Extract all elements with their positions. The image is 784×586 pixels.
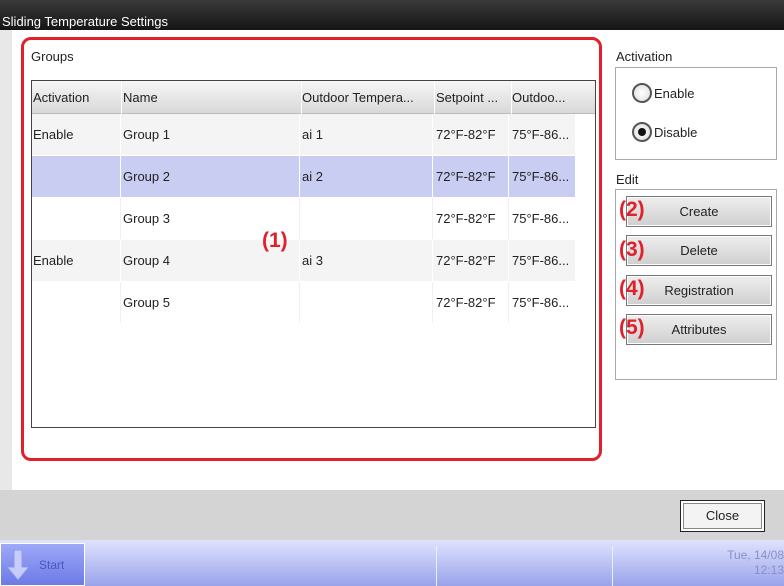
edit-label: Edit	[616, 172, 639, 187]
clock-time: 12:13	[753, 563, 784, 577]
activation-label: Activation	[616, 49, 673, 64]
registration-button[interactable]: Registration	[626, 275, 772, 306]
bottom-bar	[0, 490, 784, 540]
callout-4: (4)	[619, 277, 645, 300]
taskbar	[0, 540, 784, 586]
taskbar-separator	[436, 546, 437, 586]
window-title: Sliding Temperature Settings	[2, 14, 168, 29]
activation-panel: Enable Disable	[615, 67, 777, 160]
callout-1: (1)	[262, 229, 288, 252]
title-bar: Sliding Temperature Settings	[0, 0, 784, 30]
enable-label: Enable	[654, 85, 695, 101]
create-button[interactable]: Create	[626, 196, 772, 227]
taskbar-clock: Tue, 14/08 12:13	[727, 548, 784, 578]
delete-button[interactable]: Delete	[626, 235, 772, 266]
radio-selected-icon[interactable]	[632, 122, 652, 142]
close-button[interactable]: Close	[680, 500, 765, 532]
callout-2: (2)	[619, 198, 645, 221]
arrow-down-icon	[7, 549, 29, 580]
disable-radio[interactable]: Disable	[632, 122, 697, 142]
disable-label: Disable	[654, 124, 698, 140]
start-button[interactable]: Start	[0, 543, 85, 586]
callout-3: (3)	[619, 238, 645, 261]
enable-radio[interactable]: Enable	[632, 83, 694, 103]
clock-date: Tue, 14/08	[727, 548, 784, 562]
callout-5: (5)	[619, 316, 645, 339]
taskbar-separator	[612, 546, 613, 586]
callout-frame-groups	[21, 37, 602, 461]
attributes-button[interactable]: Attributes	[626, 314, 772, 345]
start-label: Start	[39, 557, 65, 572]
radio-icon[interactable]	[632, 83, 652, 103]
